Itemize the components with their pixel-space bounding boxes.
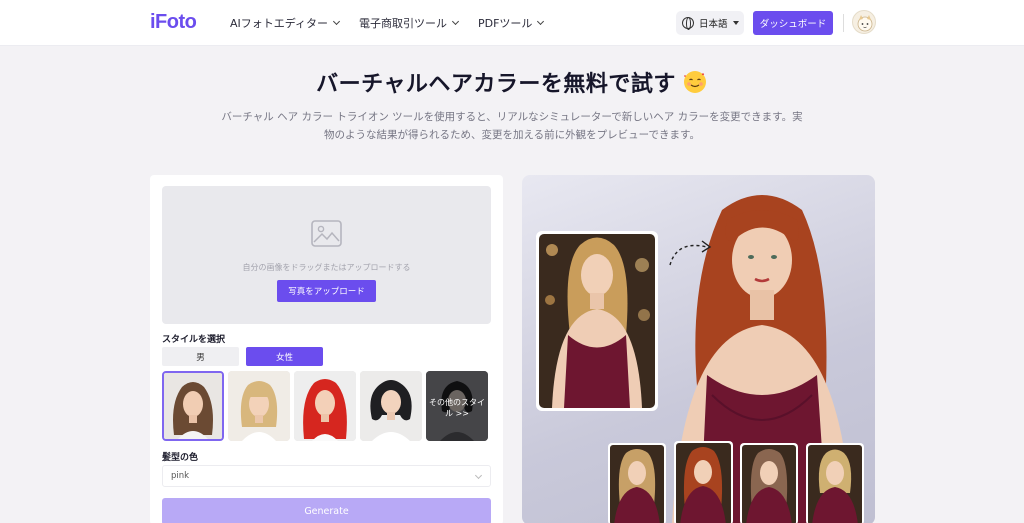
top-header: iFoto AIフォトエディター 電子商取引ツール PDFツール 日本語 ダッシ… bbox=[0, 0, 1024, 46]
variant-thumbnail bbox=[740, 443, 798, 523]
arrow-icon bbox=[669, 244, 708, 266]
dashboard-button[interactable]: ダッシュボード bbox=[753, 11, 833, 35]
page-subtitle: バーチャル ヘア カラー トライオン ツールを使用すると、リアルなシミュレーター… bbox=[221, 111, 803, 141]
image-icon bbox=[311, 220, 342, 247]
generate-button[interactable]: Generate bbox=[162, 498, 491, 523]
gender-female-tab[interactable]: 女性 bbox=[246, 347, 323, 366]
style-thumbnail[interactable] bbox=[162, 371, 224, 441]
editor-panel: 自分の画像をドラッグまたはアップロードする 写真をアップロード スタイルを選択 … bbox=[150, 175, 503, 523]
dropzone-hint: 自分の画像をドラッグまたはアップロードする bbox=[242, 263, 411, 272]
style-thumbnail[interactable] bbox=[360, 371, 422, 441]
upload-dropzone[interactable]: 自分の画像をドラッグまたはアップロードする 写真をアップロード bbox=[162, 186, 491, 324]
hair-color-select[interactable]: pink bbox=[162, 465, 491, 487]
language-selector[interactable]: 日本語 bbox=[676, 11, 744, 35]
upload-photo-button[interactable]: 写真をアップロード bbox=[277, 280, 376, 302]
source-image bbox=[536, 231, 658, 411]
style-thumbnail[interactable] bbox=[228, 371, 290, 441]
nav-pdf-tools[interactable]: PDFツール bbox=[478, 15, 545, 31]
logo[interactable]: iFoto bbox=[150, 11, 197, 34]
hair-color-label: 髪型の色 bbox=[162, 453, 199, 463]
variant-thumbnail bbox=[608, 443, 666, 523]
style-label: スタイルを選択 bbox=[162, 335, 226, 345]
gender-male-tab[interactable]: 男 bbox=[162, 347, 239, 366]
main-nav: AIフォトエディター 電子商取引ツール PDFツール bbox=[230, 15, 545, 31]
nav-ecommerce-tools[interactable]: 電子商取引ツール bbox=[359, 15, 460, 31]
variant-thumbnail bbox=[806, 443, 864, 523]
chevron-down-icon bbox=[474, 471, 483, 480]
chevron-down-icon bbox=[537, 17, 545, 26]
divider bbox=[843, 14, 844, 32]
chevron-down-icon bbox=[332, 17, 341, 26]
variant-thumbnail bbox=[674, 441, 733, 523]
globe-icon bbox=[682, 17, 694, 30]
more-styles-thumbnail[interactable]: その他のスタイ ル >> bbox=[426, 371, 488, 441]
caret-down-icon bbox=[732, 21, 739, 25]
preview-panel bbox=[522, 175, 875, 523]
style-thumbnail[interactable] bbox=[294, 371, 356, 441]
nav-ai-photo-editor[interactable]: AIフォトエディター bbox=[230, 15, 341, 31]
avatar[interactable] bbox=[852, 10, 876, 34]
chevron-down-icon bbox=[451, 17, 460, 26]
page-title: バーチャルヘアカラーを無料で試す bbox=[0, 66, 1024, 101]
smiling-face-icon bbox=[682, 69, 708, 101]
more-styles-link[interactable]: その他のスタイ ル >> bbox=[426, 397, 488, 419]
